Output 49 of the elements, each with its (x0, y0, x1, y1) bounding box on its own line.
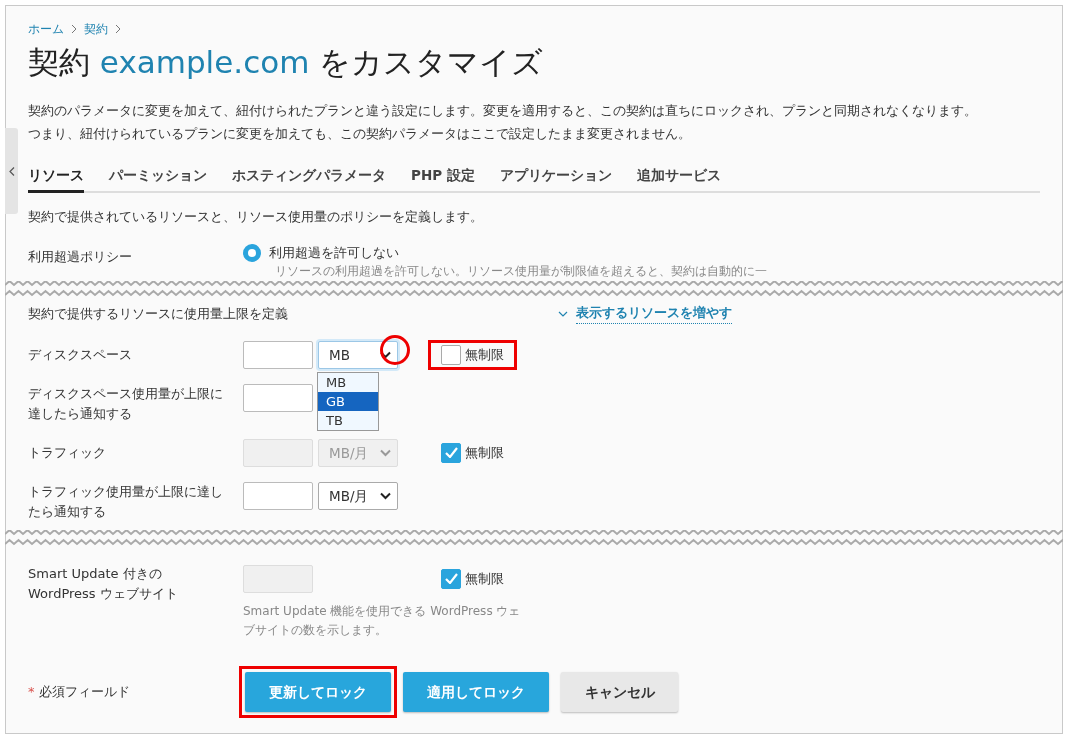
chevron-down-icon (558, 310, 568, 317)
tab[interactable]: リソース (28, 163, 84, 194)
tab[interactable]: PHP 設定 (411, 163, 475, 194)
checkbox[interactable] (441, 568, 461, 589)
chevron-right-icon (114, 25, 122, 33)
radio-button[interactable] (243, 243, 261, 262)
chevron-left-icon (8, 166, 15, 176)
tab[interactable]: アプリケーション (499, 163, 612, 194)
dropdown-option[interactable]: GB (318, 391, 378, 411)
radio-label[interactable]: 利用超過を許可しない (269, 242, 399, 263)
number-input[interactable] (243, 481, 313, 510)
tab[interactable]: 追加サービス (636, 163, 721, 194)
action-button[interactable]: キャンセル (561, 671, 678, 712)
field-label: ディスクスペース (28, 345, 133, 364)
page-title: 契約 example.com をカスタマイズ (28, 44, 545, 82)
tab[interactable]: パーミッション (109, 163, 207, 194)
required-note: * 必須フィールド (28, 683, 131, 702)
checkbox[interactable] (441, 442, 461, 463)
breadcrumb-link[interactable]: ホーム (28, 20, 64, 38)
description: つまり、紐付けられているプランに変更を加えても、この契約パラメータはここで設定したまま変更されません。 (28, 125, 692, 144)
hint-text: リソースの利用超過を許可しない。リソース使用量が制限値を超えると、契約は自動的に一 (274, 263, 767, 281)
chevron-down-icon (380, 448, 391, 457)
collapse-handle[interactable] (5, 128, 18, 214)
checkbox-label[interactable]: 無制限 (465, 443, 504, 463)
field-label: トラフィック (28, 443, 107, 462)
unit-select[interactable]: MB (318, 340, 398, 369)
breadcrumb-link[interactable]: 契約 (84, 20, 108, 38)
dropdown-option[interactable]: TB (318, 410, 378, 430)
tab[interactable]: ホスティングパラメータ (232, 163, 386, 194)
checkbox-label[interactable]: 無制限 (465, 345, 504, 365)
field-label: トラフィック使用量が上限に達したら通知する (28, 482, 224, 521)
checkbox[interactable] (441, 344, 461, 365)
chevron-right-icon (70, 25, 78, 33)
section-intro: 契約で提供されているリソースと、リソース使用量のポリシーを定義します。 (28, 208, 484, 227)
field-label: Smart Update 付きの WordPress ウェブサイト (28, 564, 179, 603)
description: 契約のパラメータに変更を加えて、紐付けられたプランと違う設定にします。変更を適用すると、この契約は直ちにロックされ、プランと同期されなくなります。 (28, 102, 978, 121)
check-icon (444, 447, 458, 459)
section-heading: 契約で提供するリソースに使用量上限を定義 (28, 304, 289, 323)
field-label: ディスクスペース使用量が上限に達したら通知する (28, 384, 224, 423)
checkbox-label[interactable]: 無制限 (465, 569, 504, 589)
chevron-down-icon (380, 491, 391, 500)
number-input[interactable] (243, 340, 313, 369)
field-label: 利用超過ポリシー (28, 247, 133, 266)
unit-select[interactable]: MB/月 (318, 481, 398, 510)
more-resources-link[interactable]: 表示するリソースを増やす (576, 303, 732, 324)
dropdown-option[interactable]: MB (318, 372, 378, 392)
hint-text: Smart Update 機能を使用できる WordPress ウェブサイトの数を示します。 (243, 602, 522, 639)
check-icon (444, 573, 458, 585)
number-input[interactable] (243, 383, 313, 412)
